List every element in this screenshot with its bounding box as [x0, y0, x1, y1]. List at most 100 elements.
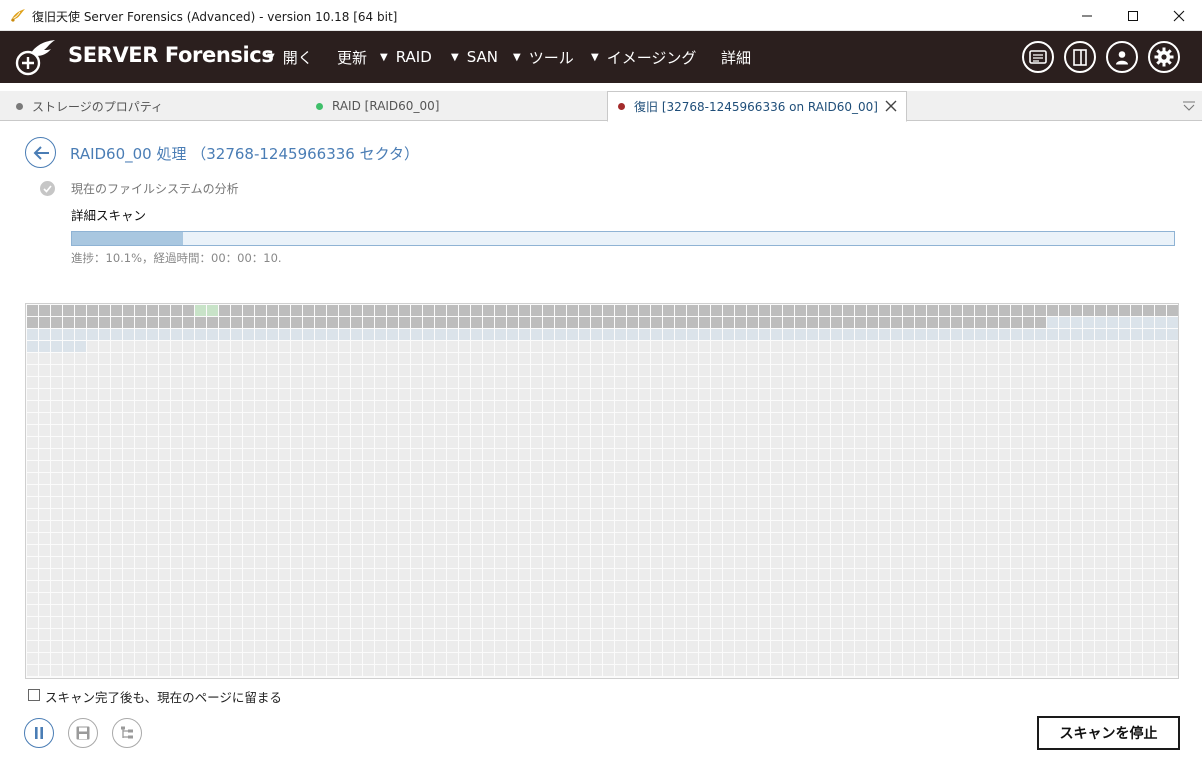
- sector-cell: [543, 533, 554, 544]
- sector-cell: [783, 509, 794, 520]
- tab-list-icon[interactable]: [1182, 99, 1196, 113]
- sector-cell: [291, 509, 302, 520]
- tab-storage-properties[interactable]: ストレージのプロパティ: [16, 91, 163, 121]
- sector-cell: [567, 485, 578, 496]
- sector-cell: [555, 341, 566, 352]
- sector-cell: [903, 461, 914, 472]
- sector-cell: [591, 641, 602, 652]
- sector-cell: [351, 425, 362, 436]
- sector-cell: [231, 377, 242, 388]
- sector-cell: [1131, 461, 1142, 472]
- sector-cell: [291, 533, 302, 544]
- sector-cell: [807, 665, 818, 676]
- sector-cell: [939, 545, 950, 556]
- stay-on-page-label[interactable]: スキャン完了後も、現在のページに留まる: [45, 687, 282, 706]
- menu-imaging[interactable]: ▼ イメージング: [591, 31, 696, 83]
- sector-cell: [87, 317, 98, 328]
- sector-cell: [783, 353, 794, 364]
- sector-cell: [75, 557, 86, 568]
- sector-cell: [951, 605, 962, 616]
- sector-cell: [615, 629, 626, 640]
- sector-cell: [843, 557, 854, 568]
- sector-cell: [195, 341, 206, 352]
- sector-cell: [99, 413, 110, 424]
- sector-cell: [1107, 449, 1118, 460]
- sector-cell: [639, 617, 650, 628]
- menu-refresh[interactable]: 更新: [337, 31, 367, 83]
- sector-cell: [159, 329, 170, 340]
- sector-cell: [795, 317, 806, 328]
- sector-cell: [867, 497, 878, 508]
- sector-cell: [315, 485, 326, 496]
- sector-cell: [843, 641, 854, 652]
- pause-button[interactable]: [24, 718, 54, 748]
- sector-cell: [1023, 353, 1034, 364]
- tab-raid[interactable]: RAID [RAID60_00]: [316, 91, 439, 121]
- tab-recovery[interactable]: 復旧 [32768-1245966336 on RAID60_00]: [607, 91, 907, 122]
- sector-cell: [195, 329, 206, 340]
- sector-cell: [1119, 581, 1130, 592]
- sector-cell: [591, 341, 602, 352]
- sector-cell: [447, 425, 458, 436]
- sector-cell: [987, 629, 998, 640]
- sector-cell: [687, 593, 698, 604]
- tree-view-button[interactable]: [112, 718, 142, 748]
- maximize-button[interactable]: [1110, 0, 1156, 31]
- sector-cell: [1059, 413, 1070, 424]
- sector-cell: [243, 305, 254, 316]
- sector-cell: [639, 605, 650, 616]
- sector-cell: [555, 593, 566, 604]
- sector-cell: [603, 593, 614, 604]
- messages-button[interactable]: [1022, 41, 1054, 73]
- sector-cell: [399, 665, 410, 676]
- sector-cell: [1059, 485, 1070, 496]
- close-button[interactable]: [1156, 0, 1202, 31]
- sector-cell: [171, 437, 182, 448]
- sector-cell: [183, 629, 194, 640]
- sector-cell: [915, 533, 926, 544]
- menu-tools[interactable]: ▼ ツール: [513, 31, 574, 83]
- sector-cell: [411, 425, 422, 436]
- sector-cell: [123, 605, 134, 616]
- sector-cell: [939, 497, 950, 508]
- stay-on-page-checkbox[interactable]: [28, 689, 40, 701]
- menu-open[interactable]: ▼ 開く: [267, 31, 313, 83]
- sector-cell: [603, 413, 614, 424]
- panel-button[interactable]: [1064, 41, 1096, 73]
- sector-cell: [27, 341, 38, 352]
- sector-cell: [291, 485, 302, 496]
- user-button[interactable]: [1106, 41, 1138, 73]
- sector-cell: [567, 497, 578, 508]
- sector-cell: [219, 389, 230, 400]
- settings-button[interactable]: [1148, 41, 1180, 73]
- sector-cell: [699, 605, 710, 616]
- menu-san[interactable]: ▼ SAN: [451, 31, 498, 83]
- sector-cell: [531, 581, 542, 592]
- sector-cell: [1095, 545, 1106, 556]
- sector-cell: [1047, 617, 1058, 628]
- sector-cell: [963, 437, 974, 448]
- menu-raid[interactable]: ▼ RAID: [380, 31, 432, 83]
- close-icon[interactable]: [884, 99, 898, 113]
- sector-cell: [1131, 581, 1142, 592]
- sector-cell: [519, 653, 530, 664]
- tab-bar: ストレージのプロパティ RAID [RAID60_00] 復旧 [32768-1…: [0, 91, 1202, 122]
- back-button[interactable]: [25, 137, 56, 168]
- sector-cell: [819, 389, 830, 400]
- menu-details[interactable]: 詳細: [721, 31, 751, 83]
- sector-cell: [327, 341, 338, 352]
- sector-cell: [975, 569, 986, 580]
- sector-cell: [435, 509, 446, 520]
- save-button[interactable]: [68, 718, 98, 748]
- sector-cell: [831, 413, 842, 424]
- sector-cell: [435, 629, 446, 640]
- sector-cell: [387, 581, 398, 592]
- stop-scan-button[interactable]: スキャンを停止: [1037, 716, 1180, 750]
- sector-cell: [627, 533, 638, 544]
- sector-cell: [951, 653, 962, 664]
- sector-cell: [903, 569, 914, 580]
- sector-cell: [1023, 593, 1034, 604]
- minimize-button[interactable]: [1064, 0, 1110, 31]
- sector-cell: [1035, 449, 1046, 460]
- sector-cell: [951, 617, 962, 628]
